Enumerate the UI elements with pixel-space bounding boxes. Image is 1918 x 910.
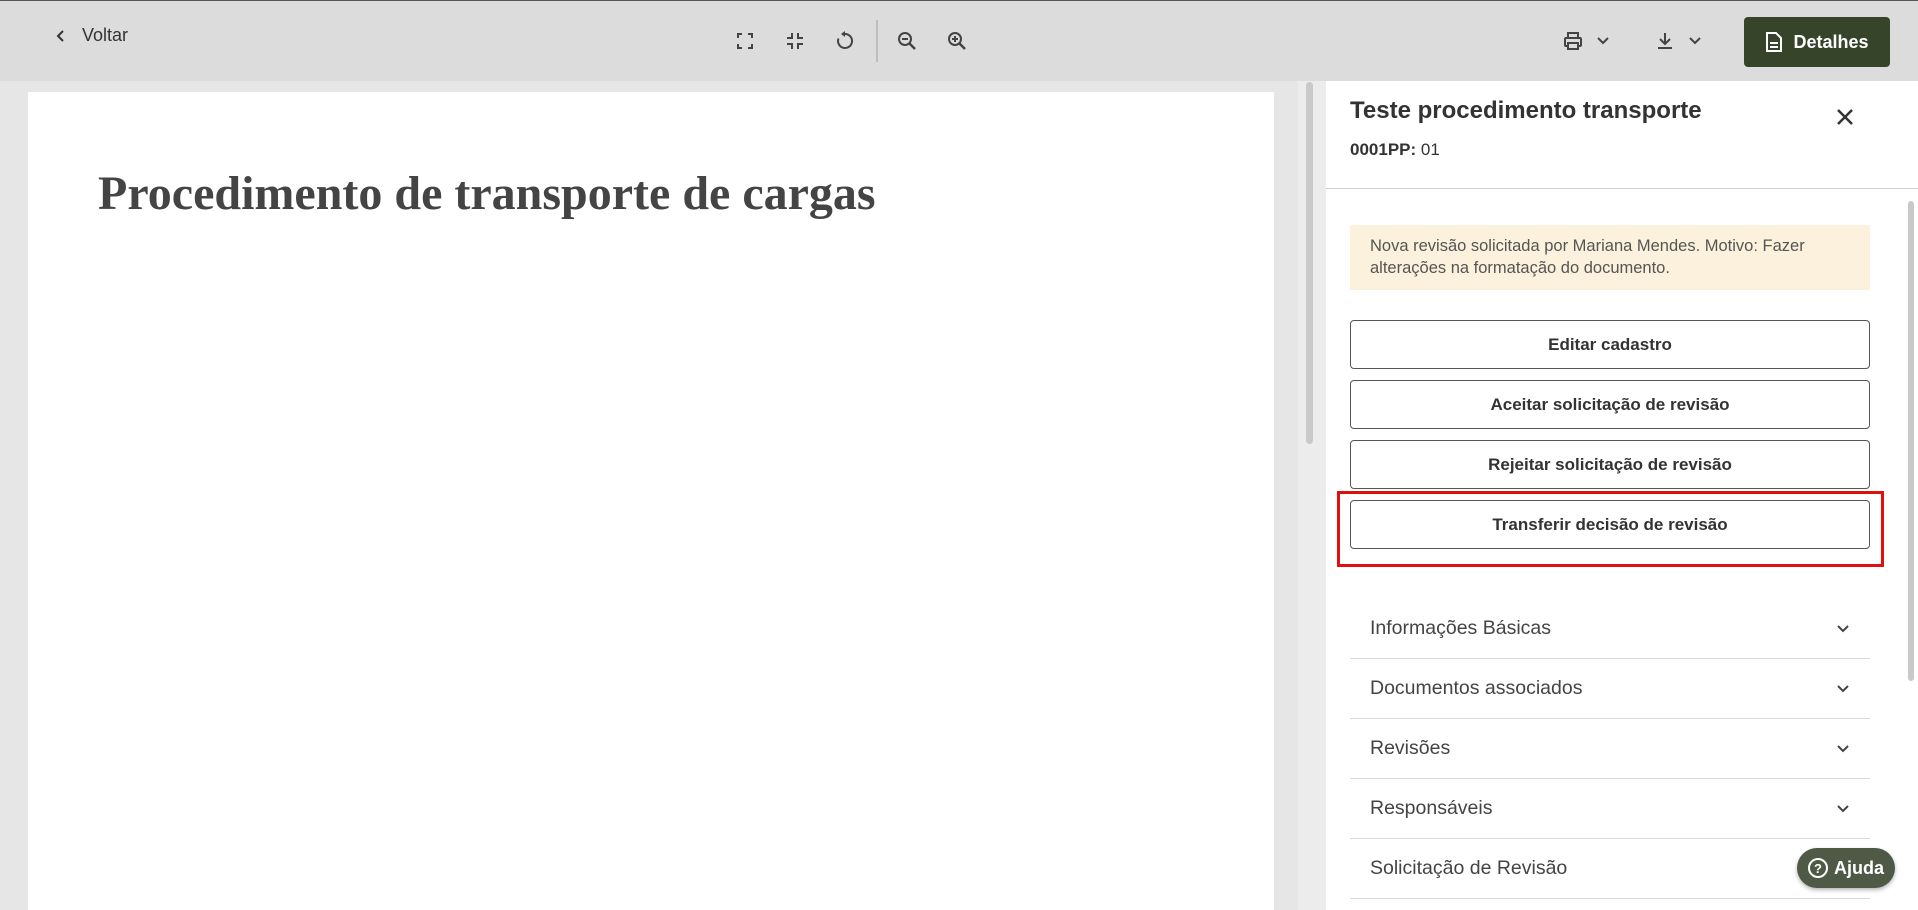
chevron-down-icon (1597, 37, 1609, 45)
document-title: Procedimento de transporte de cargas (98, 167, 876, 220)
section-label: Solicitação de Revisão (1370, 857, 1568, 879)
chevron-down-icon (1837, 624, 1849, 632)
code-value: 01 (1420, 140, 1440, 159)
back-label: Voltar (82, 25, 129, 45)
close-panel-button[interactable] (1834, 106, 1856, 128)
details-panel: Teste procedimento transporte 0001PP: 01… (1326, 81, 1918, 910)
document-code: 0001PP: 01 (1350, 140, 1440, 160)
back-button[interactable]: Voltar (54, 25, 128, 46)
help-button[interactable]: ? Ajuda (1797, 848, 1895, 888)
section-responsibles[interactable]: Responsáveis (1350, 779, 1870, 839)
chevron-left-icon (56, 29, 64, 42)
exit-fullscreen-icon (787, 33, 803, 49)
download-dropdown[interactable] (1654, 27, 1702, 55)
fullscreen-icon (737, 33, 753, 49)
close-icon (1837, 109, 1853, 125)
help-label: Ajuda (1833, 857, 1884, 878)
details-button[interactable]: Detalhes (1744, 17, 1890, 67)
document-page: Procedimento de transporte de cargas (28, 92, 1274, 910)
print-icon (1564, 32, 1582, 50)
accept-revision-button[interactable]: Aceitar solicitação de revisão (1350, 380, 1870, 429)
rotate-icon (837, 31, 854, 49)
print-dropdown[interactable] (1562, 27, 1610, 55)
reject-revision-button[interactable]: Rejeitar solicitação de revisão (1350, 440, 1870, 489)
zoom-in-button[interactable] (943, 27, 971, 55)
zoom-out-icon (898, 32, 916, 50)
section-revisions[interactable]: Revisões (1350, 719, 1870, 779)
help-icon: ? (1807, 858, 1828, 878)
document-viewer: Procedimento de transporte de cargas (0, 81, 1298, 910)
panel-scrollbar[interactable] (1908, 201, 1914, 681)
code-label: 0001PP: (1350, 140, 1417, 159)
toolbar-divider (876, 20, 878, 62)
viewer-scrollbar[interactable] (1306, 82, 1313, 444)
download-icon (1658, 33, 1672, 49)
chevron-down-icon (1837, 804, 1849, 812)
panel-title: Teste procedimento transporte (1350, 97, 1702, 124)
chevron-down-icon (1837, 684, 1849, 692)
transfer-revision-decision-button[interactable]: Transferir decisão de revisão (1350, 500, 1870, 549)
fullscreen-button[interactable] (731, 27, 759, 55)
section-label: Informações Básicas (1370, 617, 1551, 639)
top-toolbar: Voltar Detalhes (0, 0, 1918, 81)
section-associated-documents[interactable]: Documentos associados (1350, 659, 1870, 719)
section-label: Documentos associados (1370, 677, 1583, 699)
rotate-button[interactable] (831, 27, 859, 55)
section-label: Revisões (1370, 737, 1451, 759)
chevron-down-icon (1837, 744, 1849, 752)
details-label: Detalhes (1793, 31, 1869, 52)
section-label: Responsáveis (1370, 797, 1493, 819)
section-revision-request[interactable]: Solicitação de Revisão (1350, 839, 1870, 899)
document-icon (1766, 32, 1783, 52)
panel-divider (1326, 188, 1918, 189)
zoom-out-button[interactable] (893, 27, 921, 55)
section-basic-info[interactable]: Informações Básicas (1350, 599, 1870, 659)
chevron-down-icon (1689, 37, 1701, 45)
revision-notice: Nova revisão solicitada por Mariana Mend… (1350, 225, 1870, 290)
exit-fullscreen-button[interactable] (781, 27, 809, 55)
edit-registration-button[interactable]: Editar cadastro (1350, 320, 1870, 369)
zoom-in-icon (948, 32, 966, 50)
